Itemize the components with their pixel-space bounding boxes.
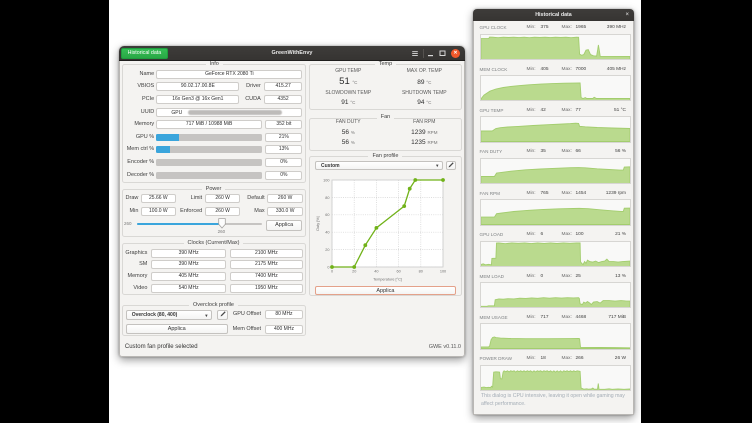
svg-text:20: 20 [325,248,329,252]
svg-text:80: 80 [325,196,329,200]
svg-text:60: 60 [396,270,400,274]
svg-text:80: 80 [418,270,422,274]
svg-text:0: 0 [327,265,329,269]
svg-text:0: 0 [331,270,333,274]
svg-text:Duty [%]: Duty [%] [316,216,320,230]
svg-text:100: 100 [439,270,445,274]
svg-text:100: 100 [323,178,329,182]
svg-text:60: 60 [325,213,329,217]
svg-text:40: 40 [325,231,329,235]
svg-text:Temperature [°C]: Temperature [°C] [373,278,402,282]
svg-text:40: 40 [374,270,378,274]
svg-text:20: 20 [352,270,356,274]
